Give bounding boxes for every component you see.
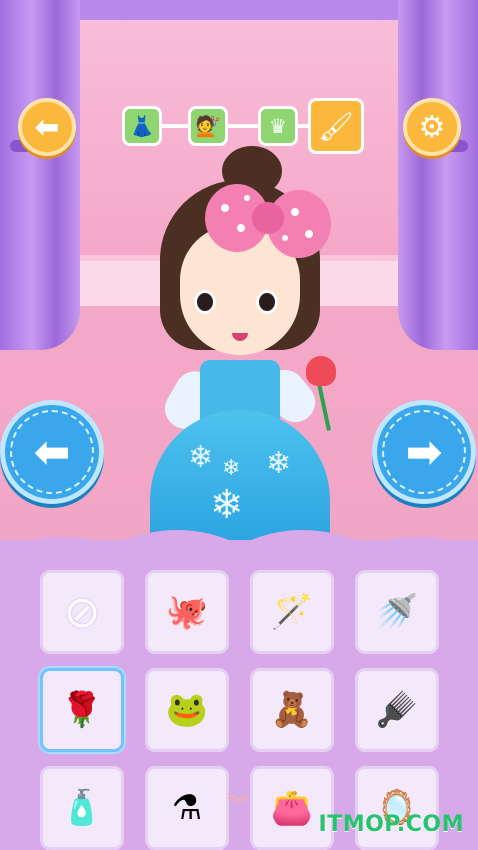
snowflake-icon: ❄ bbox=[266, 446, 292, 481]
makeup-brush-icon: 🖌 bbox=[318, 109, 354, 143]
comb-icon: 🪮 bbox=[375, 690, 419, 730]
item-slot-rose[interactable]: 🌹 bbox=[40, 668, 124, 752]
item-slot-potion-bottle[interactable]: ⚗ bbox=[145, 766, 229, 850]
category-tab-hair[interactable]: 💇 bbox=[188, 106, 228, 146]
previous-item-button[interactable]: ⬅ bbox=[0, 400, 104, 504]
arrow-right-icon: ➡ bbox=[405, 426, 443, 478]
next-item-button[interactable]: ➡ bbox=[372, 400, 476, 504]
item-slot-none[interactable]: ⊘ bbox=[40, 570, 124, 654]
item-slot-teddy-bear[interactable]: 🧸 bbox=[250, 668, 334, 752]
none-icon: ⊘ bbox=[63, 586, 101, 638]
potion-bottle-icon: ⚗ bbox=[171, 788, 203, 828]
frog-doll-icon: 🐸 bbox=[165, 690, 209, 730]
teddy-bear-icon: 🧸 bbox=[270, 690, 314, 730]
gear-icon: ⚙ bbox=[418, 109, 446, 145]
left-curtain bbox=[0, 0, 80, 350]
item-slot-watering-can[interactable]: 🚿 bbox=[355, 570, 439, 654]
hair-icon: 💇 bbox=[195, 114, 221, 138]
snowflake-icon: ❄ bbox=[222, 456, 241, 481]
settings-button[interactable]: ⚙ bbox=[403, 98, 461, 156]
item-slot-comb[interactable]: 🪮 bbox=[355, 668, 439, 752]
back-button[interactable]: ⬅ bbox=[18, 98, 76, 156]
arrow-left-icon: ⬅ bbox=[34, 109, 60, 145]
category-tab-dress[interactable]: 👗 bbox=[122, 106, 162, 146]
item-slot-hand-mirror[interactable]: 🪞 bbox=[355, 766, 439, 850]
rose-icon: 🌹 bbox=[60, 690, 104, 730]
crown-icon: ♛ bbox=[269, 114, 287, 138]
octopus-icon: 🐙 bbox=[165, 592, 209, 632]
scroll-down-icon[interactable]: ︾ bbox=[218, 788, 258, 819]
item-slot-purse[interactable]: 👛 bbox=[250, 766, 334, 850]
item-slot-octopus[interactable]: 🐙 bbox=[145, 570, 229, 654]
magic-wand-icon: 🪄 bbox=[270, 592, 314, 632]
purse-icon: 👛 bbox=[270, 788, 314, 828]
category-tab-makeup-brush[interactable]: 🖌 bbox=[308, 98, 364, 154]
character-left-eye bbox=[194, 290, 216, 314]
watering-can-icon: 🚿 bbox=[375, 592, 419, 632]
snowflake-icon: ❄ bbox=[188, 440, 214, 475]
item-slot-magic-wand[interactable]: 🪄 bbox=[250, 570, 334, 654]
item-slot-frog-doll[interactable]: 🐸 bbox=[145, 668, 229, 752]
perfume-icon: 🧴 bbox=[60, 788, 104, 828]
dress-icon: 👗 bbox=[129, 114, 155, 138]
item-slot-perfume[interactable]: 🧴 bbox=[40, 766, 124, 850]
right-curtain bbox=[398, 0, 478, 350]
held-rose-icon bbox=[306, 356, 336, 386]
pink-bow-icon bbox=[205, 184, 331, 258]
arrow-left-icon: ⬅ bbox=[33, 426, 71, 478]
watermark: ITMOP.COM bbox=[318, 812, 464, 837]
character-right-eye bbox=[256, 290, 278, 314]
category-tab-crown[interactable]: ♛ bbox=[258, 106, 298, 146]
